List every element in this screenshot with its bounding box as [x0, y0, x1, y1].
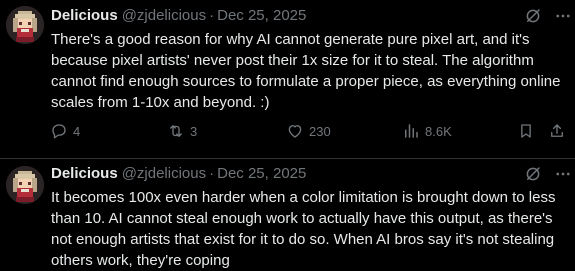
pixel-character-icon — [6, 166, 44, 204]
more-dots-icon[interactable] — [554, 165, 572, 183]
reply-icon — [52, 124, 66, 139]
tweet[interactable]: Delicious @zjdelicious · Dec 25, 2025 It be… — [0, 159, 575, 269]
bookmark-button[interactable] — [517, 120, 535, 142]
like-count: 230 — [309, 123, 331, 139]
separator-dot: · — [209, 165, 215, 182]
tweet[interactable]: Delicious @zjdelicious · Dec 25, 2025 There… — [0, 0, 575, 159]
repost-button[interactable]: 3 — [167, 120, 197, 142]
avatar[interactable] — [6, 166, 44, 204]
author-name[interactable]: Delicious — [51, 165, 118, 182]
repost-count: 3 — [190, 123, 198, 139]
grok-slash-icon[interactable] — [524, 165, 542, 183]
reply-count: 4 — [73, 123, 81, 139]
bookmark-icon — [521, 124, 531, 138]
tweet-date[interactable]: Dec 25, 2025 — [217, 7, 306, 24]
author-name[interactable]: Delicious — [51, 7, 118, 24]
tweet-text: There's a good reason for why AI cannot … — [51, 31, 561, 111]
share-button[interactable] — [548, 120, 566, 142]
heart-icon — [288, 125, 302, 138]
more-dots-icon[interactable] — [554, 7, 572, 25]
share-icon — [551, 124, 563, 137]
separator-dot: · — [209, 7, 215, 24]
tweet-actions: 4 3 230 8.6K — [0, 120, 575, 142]
tweet-text: It becomes 100x even harder when a color… — [51, 189, 556, 269]
views-button[interactable]: 8.6K — [402, 120, 452, 142]
avatar[interactable] — [6, 6, 44, 44]
pixel-character-icon — [6, 6, 44, 44]
reply-button[interactable]: 4 — [50, 120, 80, 142]
author-handle[interactable]: @zjdelicious — [122, 7, 206, 24]
tweet-header: Delicious @zjdelicious · Dec 25, 2025 — [51, 6, 575, 26]
author-handle[interactable]: @zjdelicious — [122, 165, 206, 182]
like-button[interactable]: 230 — [286, 120, 331, 142]
tweet-date[interactable]: Dec 25, 2025 — [217, 165, 306, 182]
views-icon — [405, 124, 418, 138]
tweet-header: Delicious @zjdelicious · Dec 25, 2025 — [51, 164, 575, 184]
repost-icon — [170, 125, 182, 137]
views-count: 8.6K — [425, 123, 452, 139]
grok-slash-icon[interactable] — [524, 7, 542, 25]
